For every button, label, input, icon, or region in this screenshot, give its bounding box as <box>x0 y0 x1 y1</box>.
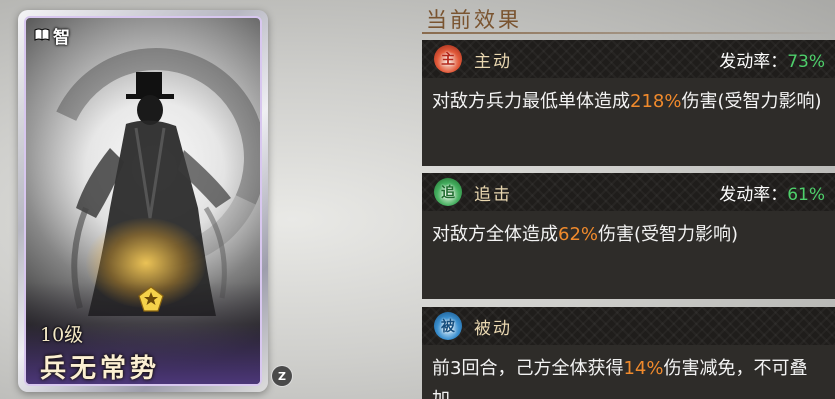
effect-passive: 被 被动 前3回合，己方全体获得14%伤害减免，不可叠加 <box>422 307 835 399</box>
desc-text: 伤害(受智力影响) <box>598 224 739 245</box>
star-emblem-icon <box>138 286 164 312</box>
card-type-label: 智 <box>53 27 70 48</box>
effect-header: 主 主动 发动率：73% <box>422 40 835 78</box>
skill-name: 兵无常势 <box>40 354 161 384</box>
effect-description: 对敌方全体造成62%伤害(受智力影响) <box>422 211 835 250</box>
desc-highlight: 14% <box>623 358 664 379</box>
desc-highlight: 62% <box>558 224 599 245</box>
title-divider <box>422 32 835 34</box>
trigger-rate-value: 61% <box>787 184 825 205</box>
hotkey-badge: Z <box>272 366 292 386</box>
card-level: 10级 <box>40 324 84 346</box>
book-icon <box>34 28 50 41</box>
trigger-rate: 发动率：61% <box>719 180 825 205</box>
trigger-rate: 发动率：73% <box>719 47 825 72</box>
desc-highlight: 218% <box>630 91 682 112</box>
effect-description: 对敌方兵力最低单体造成218%伤害(受智力影响) <box>422 78 835 117</box>
skill-card[interactable]: 智 10级 兵无常势 <box>18 10 268 392</box>
effect-description: 前3回合，己方全体获得14%伤害减免，不可叠加 <box>422 345 835 399</box>
section-title: 当前效果 <box>426 8 522 32</box>
card-artwork: 智 10级 兵无常势 <box>24 16 262 386</box>
trigger-rate-label: 发动率： <box>719 51 788 72</box>
leaf-emblem-icon: 追 <box>434 178 462 206</box>
desc-text: 前3回合，己方全体获得 <box>432 358 624 379</box>
desc-text: 伤害(受智力影响) <box>681 91 822 112</box>
effect-type-label: 被动 <box>474 318 512 339</box>
effect-header: 被 被动 <box>422 307 835 345</box>
effect-type-label: 主动 <box>474 51 512 72</box>
trigger-rate-label: 发动率： <box>719 184 788 205</box>
water-emblem-icon: 被 <box>434 312 462 340</box>
effect-pursuit: 追 追击 发动率：61% 对敌方全体造成62%伤害(受智力影响) <box>422 173 835 299</box>
effect-type-label: 追击 <box>474 184 512 205</box>
card-type-tag: 智 <box>30 22 76 48</box>
desc-text: 对敌方全体造成 <box>432 224 558 245</box>
trigger-rate-value: 73% <box>787 51 825 72</box>
desc-text: 对敌方兵力最低单体造成 <box>432 91 630 112</box>
effect-active: 主 主动 发动率：73% 对敌方兵力最低单体造成218%伤害(受智力影响) <box>422 40 835 166</box>
fire-emblem-icon: 主 <box>434 45 462 73</box>
effect-header: 追 追击 发动率：61% <box>422 173 835 211</box>
